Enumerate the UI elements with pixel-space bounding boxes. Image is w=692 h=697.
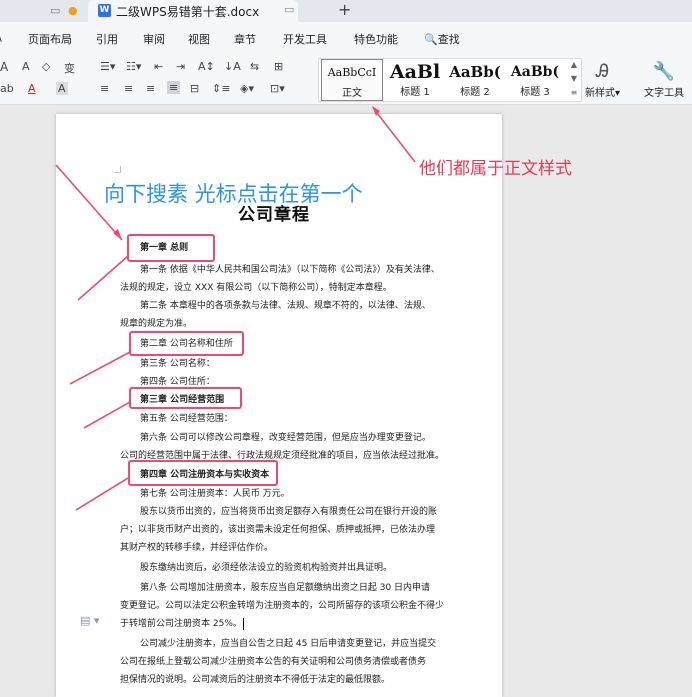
menu-section[interactable]: 章节 — [234, 31, 256, 47]
char-shading-icon[interactable]: A — [56, 82, 68, 95]
chevron-down-icon[interactable]: ▼ — [571, 74, 577, 83]
expand-icon[interactable]: ≡ — [571, 88, 578, 97]
paragraph-line[interactable]: 第二条 本章程中的各项条款与法律、法规、规章不符的，以法律、法规、 — [140, 300, 431, 312]
caret-icon: ▾ — [615, 88, 621, 99]
paragraph-line[interactable]: 于转增前公司注册资本 25%。 — [120, 618, 242, 630]
monitor-icon[interactable]: ▭ — [50, 4, 60, 17]
align-right-icon[interactable]: ≡ — [146, 82, 155, 95]
new-style-label: 新样式 — [585, 88, 615, 99]
paragraph-line[interactable]: 规章的规定为准。 — [120, 318, 192, 330]
style-heading-2-preview: AaBb( — [449, 63, 501, 81]
search-button[interactable]: 🔍查找 — [424, 31, 460, 47]
paragraph-line[interactable]: 第一条 依据《中华人民共和国公司法》（以下简称《公司法》）及有关法律、 — [140, 264, 440, 276]
search-label: 查找 — [437, 33, 460, 46]
paragraph-line[interactable]: 第六条 公司可以修改公司章程，改变经营范围，但是应当办理变更登记。 — [140, 432, 431, 444]
wps-writer-icon: W — [98, 4, 111, 17]
paragraph-line[interactable]: 第七条 公司注册资本：人民币 万元。 — [140, 488, 290, 500]
new-tab-button[interactable]: + — [338, 0, 351, 19]
paragraph-line[interactable]: 公司减少注册资本，应当自公告之日起 45 日后申请变更登记，并应当提交 — [140, 638, 436, 650]
paragraph-line[interactable]: 第八条 公司增加注册资本，股东应当自足额缴纳出资之日起 30 日内申请 — [140, 582, 430, 594]
justify-icon[interactable]: ≡ — [167, 81, 181, 94]
new-style-icon: Ꭿ — [596, 61, 610, 82]
document-tab-title: 二级WPS易错第十套.docx — [116, 5, 260, 19]
search-icon: 🔍 — [424, 33, 438, 46]
tab-screen-icon[interactable]: ▭ — [284, 3, 294, 16]
style-normal-preview: AaBbCcI — [327, 66, 377, 79]
red-annotation: 他们都属于正文样式 — [419, 159, 572, 179]
chevron-up-icon[interactable]: ▲ — [571, 60, 577, 69]
new-style-button[interactable]: Ꭿ 新样式▾ — [585, 60, 620, 99]
paragraph-line[interactable]: 公司在报纸上登载公司减少注册资本公告的有关证明和公司债务清偿或者债务 — [120, 656, 426, 668]
style-heading-1-preview: AaBl — [389, 61, 441, 83]
highlight-box — [128, 460, 278, 486]
menu-special-features[interactable]: 特色功能 — [354, 31, 398, 47]
table-border-icon[interactable]: ⊞ — [274, 60, 283, 73]
sort-icon[interactable]: ↓A — [224, 60, 241, 73]
highlight-color-icon[interactable]: ab — [0, 82, 14, 95]
style-normal[interactable]: AaBbCcI 正文 — [321, 59, 383, 101]
style-normal-name: 正文 — [342, 88, 362, 99]
menu-view[interactable]: 视图 — [188, 31, 210, 47]
align-center-icon[interactable]: ≡ — [124, 82, 133, 95]
font-color-icon[interactable]: A — [28, 82, 36, 95]
paragraph-line[interactable]: 第三条 公司名称： — [140, 358, 215, 370]
style-heading-1[interactable]: AaBl 标题 1 — [385, 59, 445, 101]
highlight-box — [129, 331, 244, 356]
menu-edge-item[interactable]: \ — [0, 31, 2, 44]
status-dot-icon: ● — [68, 4, 78, 17]
style-heading-2-name: 标题 2 — [460, 87, 490, 98]
paragraph-line[interactable]: 担保情况的说明。公司减资后的注册资本不得低于法定的最低限额。 — [120, 674, 390, 686]
bullet-list-icon[interactable]: ☰▾ — [100, 60, 115, 73]
title-bar: ▭ ● W 二级WPS易错第十套.docx ▭ + — [0, 0, 692, 22]
text-cursor — [243, 618, 244, 630]
style-heading-3-preview: AaBb( — [510, 64, 560, 80]
paragraph-line[interactable]: 户；以非货币财产出资的，该出资需未设定任何担保、质押或抵押，已依法办理 — [120, 524, 435, 536]
text-tools-button[interactable]: 🔧 文字工具 — [644, 60, 684, 99]
style-heading-1-name: 标题 1 — [400, 87, 430, 98]
margin-corner-mark — [114, 166, 121, 173]
style-heading-3-name: 标题 3 — [520, 87, 550, 98]
increase-indent-icon[interactable]: ⇥ — [176, 60, 185, 73]
menu-review[interactable]: 审阅 — [143, 31, 165, 47]
text-tools-label: 文字工具 — [644, 88, 684, 99]
paragraph-layout-icon[interactable]: ▤ ▾ — [80, 614, 99, 627]
clear-format-icon[interactable]: ◇ — [42, 60, 50, 73]
distributed-align-icon[interactable]: ⊟ — [190, 82, 199, 95]
paragraph-line[interactable]: 股东以货币出资的，应当将货币出资足额存入有限责任公司在银行开设的账 — [140, 506, 437, 518]
paragraph-line[interactable]: 第五条 公司经营范围： — [140, 413, 233, 425]
show-marks-icon[interactable]: ⇆ — [250, 60, 259, 73]
borders-icon[interactable]: ⊡▾ — [270, 82, 285, 95]
highlight-box — [129, 387, 242, 409]
styles-scroll[interactable]: ▲ ▼ ≡ — [568, 58, 580, 100]
document-tab[interactable]: W 二级WPS易错第十套.docx ▭ — [88, 0, 298, 22]
decrease-indent-icon[interactable]: ⇤ — [154, 60, 163, 73]
grow-font-icon[interactable]: A — [0, 60, 8, 74]
menu-references[interactable]: 引用 — [96, 31, 118, 47]
menu-page-layout[interactable]: 页面布局 — [28, 31, 72, 47]
line-spacing-icon[interactable]: ⇕≡ — [212, 82, 230, 95]
blue-annotation: 向下搜素 光标点击在第一个 — [104, 182, 363, 206]
shrink-font-icon[interactable]: A — [22, 60, 30, 73]
paragraph-line[interactable]: 变更登记。公司以法定公积金转增为注册资本的，公司所留存的该项公积金不得少 — [120, 600, 444, 612]
phonetic-guide-icon[interactable]: 变 — [64, 60, 75, 76]
paragraph-line[interactable]: 法规的规定，设立 XXX 有限公司（以下简称公司），特制定本章程。 — [120, 282, 392, 294]
style-heading-2[interactable]: AaBb( 标题 2 — [445, 59, 505, 101]
highlight-box — [127, 234, 215, 262]
menu-bar: \ 页面布局 引用 审阅 视图 章节 开发工具 特色功能 🔍查找 — [0, 22, 692, 54]
menu-developer-tools[interactable]: 开发工具 — [283, 31, 327, 47]
align-left-icon[interactable]: ≡ — [100, 82, 109, 95]
paragraph-line[interactable]: 股东缴纳出资后，必须经依法设立的验资机构验资并出具证明。 — [140, 562, 392, 574]
style-heading-3[interactable]: AaBb( 标题 3 — [505, 59, 565, 101]
paragraph-line[interactable]: 其财产权的转移手续，并经评估作价。 — [120, 542, 273, 554]
wrench-icon: 🔧 — [652, 61, 676, 82]
shading-fill-icon[interactable]: ◈▾ — [240, 82, 254, 95]
text-direction-icon[interactable]: A↕ — [198, 60, 215, 73]
styles-gallery: AaBbCcI 正文 AaBl 标题 1 AaBb( 标题 2 AaBb( 标题… — [318, 58, 582, 102]
numbered-list-icon[interactable]: ☷▾ — [126, 60, 141, 73]
